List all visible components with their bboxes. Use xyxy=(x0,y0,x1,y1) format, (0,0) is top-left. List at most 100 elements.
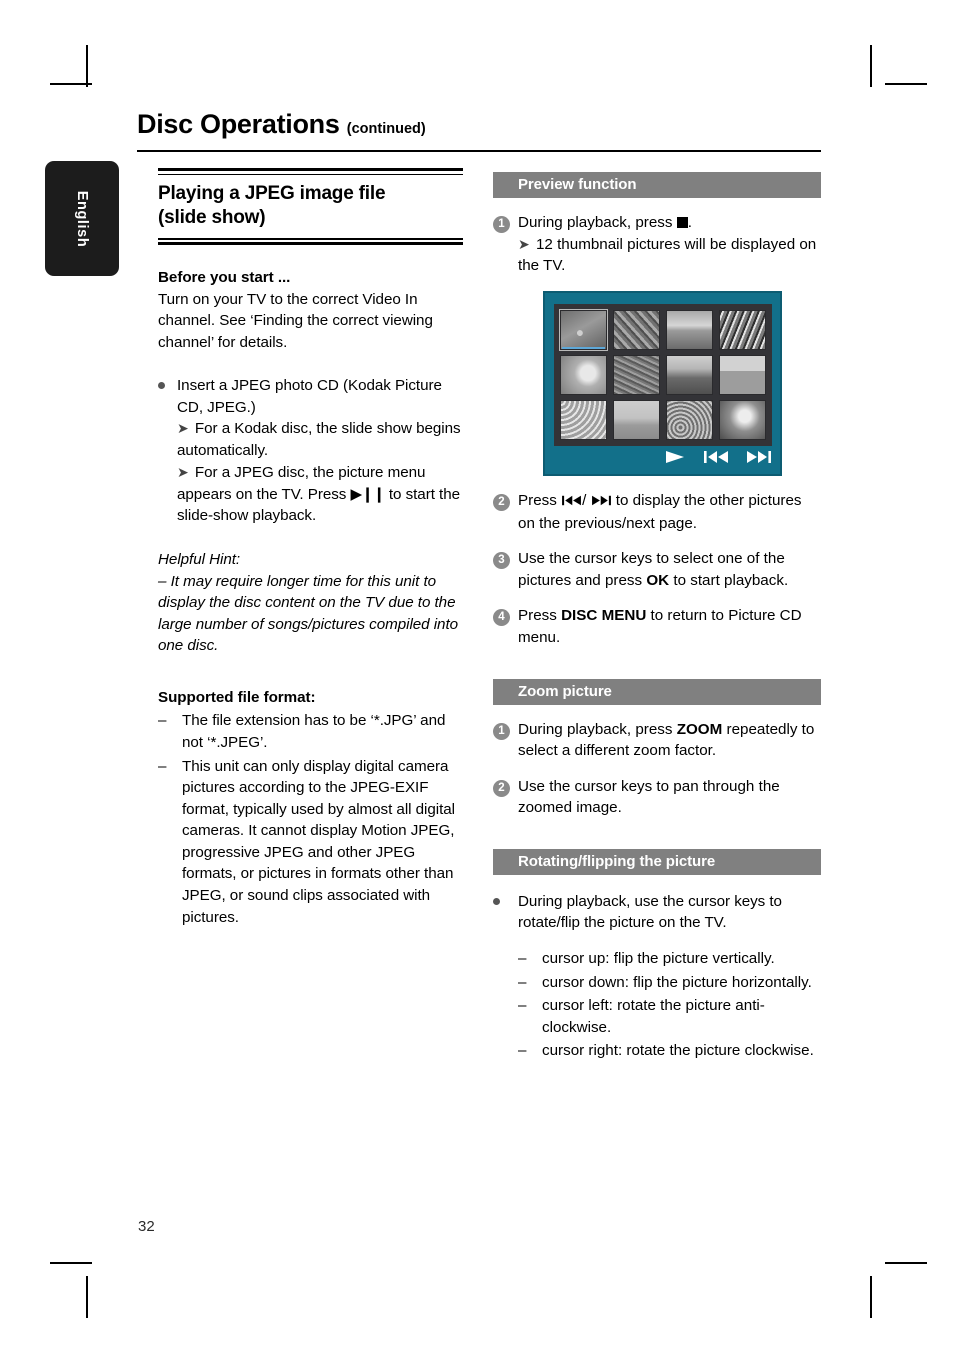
thumbnail-grid xyxy=(559,309,766,441)
insert-jpeg-arrow2-row: ➤ For a JPEG disc, the picture menu appe… xyxy=(177,462,463,527)
preview-step-3-text-b: to start playback. xyxy=(673,571,789,589)
supported-format-item: – The file extension has to be ‘*.JPG’ a… xyxy=(158,710,463,753)
dash-icon: – xyxy=(518,1042,527,1060)
previous-icon xyxy=(703,450,729,464)
header-divider xyxy=(137,150,821,152)
insert-jpeg-bullet: Insert a JPEG photo CD (Kodak Picture CD… xyxy=(158,375,463,527)
helpful-hint-text-row: – It may require longer time for this un… xyxy=(158,571,463,657)
arrow-right-icon: ➤ xyxy=(518,236,530,253)
crop-mark-top-left-horizontal xyxy=(50,83,92,85)
left-column: Playing a JPEG image file (slide show) B… xyxy=(158,168,463,928)
crop-mark-top-right-horizontal xyxy=(885,83,927,85)
zoom-step-1-text-a: During playback, press xyxy=(518,720,673,738)
thumbnail-item xyxy=(666,355,713,396)
spacer-after-title xyxy=(158,245,463,267)
rotating-dash-item: – cursor up: flip the picture vertically… xyxy=(518,948,821,970)
dash-icon: – xyxy=(518,949,527,967)
zoom-key-label: ZOOM xyxy=(676,720,723,738)
thumbnail-selection-bar xyxy=(562,347,605,350)
play-pause-icon: ▶❙❙ xyxy=(350,484,386,503)
crop-mark-bottom-left-horizontal xyxy=(50,1262,92,1264)
right-column: Preview function 1 During playback, pres… xyxy=(493,172,821,1062)
language-tab: English xyxy=(45,161,119,276)
step-number-badge: 4 xyxy=(493,609,510,627)
crop-mark-bottom-right-vertical xyxy=(870,1276,872,1318)
rotating-bullet: During playback, use the cursor keys to … xyxy=(493,891,821,934)
section-bar-zoom-picture: Zoom picture xyxy=(493,678,821,705)
dash-icon: – xyxy=(158,757,167,775)
bullet-dot-icon xyxy=(493,891,518,905)
left-section-title: Playing a JPEG image file (slide show) xyxy=(158,175,463,239)
tv-transport-controls xyxy=(545,446,772,468)
supported-format-item-text: The file extension has to be ‘*.JPG’ and… xyxy=(182,712,446,751)
step-number-badge: 3 xyxy=(493,552,510,570)
preview-step-2-prefix: Press xyxy=(518,492,557,510)
preview-step-2-body: Press / to display the other pictures on… xyxy=(518,490,821,534)
page-number: 32 xyxy=(138,1218,155,1235)
thumbnail-item xyxy=(560,400,607,441)
spacer-before-hint xyxy=(158,527,463,549)
zoom-step-1-body: During playback, press ZOOM repeatedly t… xyxy=(518,719,821,762)
page-title-continued: (continued) xyxy=(346,121,426,137)
rotating-dash-item: – cursor left: rotate the picture anti-c… xyxy=(518,995,821,1038)
preview-step-4-body: Press DISC MENU to return to Picture CD … xyxy=(518,605,821,648)
preview-step-3: 3 Use the cursor keys to select one of t… xyxy=(493,548,821,591)
spacer-before-zoom-section xyxy=(493,649,821,679)
rotating-dash-item-text: cursor right: rotate the picture clockwi… xyxy=(542,1042,814,1060)
helpful-hint-heading: Helpful Hint: xyxy=(158,550,241,568)
dash-icon: – xyxy=(158,712,167,730)
page-title-main: Disc Operations xyxy=(137,109,340,139)
spacer-before-insert-bullet xyxy=(158,353,463,375)
rotating-dash-item-text: cursor up: flip the picture vertically. xyxy=(542,949,775,967)
thumbnail-item-selected xyxy=(559,309,608,352)
preview-step-1-body: During playback, press . ➤ 12 thumbnail … xyxy=(518,212,821,277)
thumbnail-item xyxy=(613,400,660,441)
before-you-start-block: Before you start ... Turn on your TV to … xyxy=(158,267,463,353)
thumbnail-item xyxy=(666,400,713,441)
language-tab-label: English xyxy=(74,190,90,247)
supported-format-item-text: This unit can only display digital camer… xyxy=(182,757,455,926)
zoom-step-2: 2 Use the cursor keys to pan through the… xyxy=(493,776,821,819)
zoom-step-1: 1 During playback, press ZOOM repeatedly… xyxy=(493,719,821,762)
thumbnail-item xyxy=(613,310,660,351)
rotating-dash-item: – cursor down: flip the picture horizont… xyxy=(518,972,821,994)
ok-key-label: OK xyxy=(646,571,670,589)
spacer-before-supported xyxy=(158,657,463,687)
preview-step-3-body: Use the cursor keys to select one of the… xyxy=(518,548,821,591)
crop-mark-top-left-vertical xyxy=(86,45,88,87)
section-bar-rotating-flipping: Rotating/flipping the picture xyxy=(493,848,821,875)
page-title: Disc Operations (continued) xyxy=(137,110,821,138)
thumbnail-item xyxy=(719,355,766,396)
supported-format-block: Supported file format: – The file extens… xyxy=(158,687,463,928)
supported-format-item: – This unit can only display digital cam… xyxy=(158,756,463,929)
preview-step-2-separator: / xyxy=(582,492,587,510)
step-number-badge: 2 xyxy=(493,779,510,797)
tv-screen-panel xyxy=(554,304,772,447)
arrow-right-icon: ➤ xyxy=(177,464,189,481)
preview-step-4-text-a: Press xyxy=(518,607,557,625)
stop-icon xyxy=(676,217,688,228)
helpful-hint-block: Helpful Hint: – It may require longer ti… xyxy=(158,549,463,657)
before-you-start-text: Turn on your TV to the correct Video In … xyxy=(158,290,433,351)
crop-mark-bottom-right-horizontal xyxy=(885,1262,927,1264)
thumbnail-item xyxy=(719,310,766,351)
play-icon xyxy=(664,450,686,464)
thumbnail-item xyxy=(560,355,607,396)
dash-icon: – xyxy=(518,973,527,991)
preview-step-2: 2 Press / to display the other pictures … xyxy=(493,490,821,534)
disc-menu-key-label: DISC MENU xyxy=(561,607,647,625)
left-section-title-line2: (slide show) xyxy=(158,207,266,228)
thumbnail-item xyxy=(719,400,766,441)
tv-preview-illustration xyxy=(543,291,782,477)
preview-step-1-suffix: . xyxy=(687,214,692,231)
next-icon xyxy=(746,450,772,464)
step-number-badge: 1 xyxy=(493,722,510,740)
rotating-dash-item: – cursor right: rotate the picture clock… xyxy=(518,1040,821,1062)
spacer-before-rotating-section xyxy=(493,819,821,849)
bullet-dot-icon xyxy=(158,375,177,389)
insert-jpeg-bullet-body: Insert a JPEG photo CD (Kodak Picture CD… xyxy=(177,375,463,527)
rotating-dash-item-text: cursor left: rotate the picture anti-clo… xyxy=(542,997,765,1036)
helpful-hint-text: It may require longer time for this unit… xyxy=(158,572,459,655)
previous-icon xyxy=(561,491,582,513)
preview-step-4: 4 Press DISC MENU to return to Picture C… xyxy=(493,605,821,648)
